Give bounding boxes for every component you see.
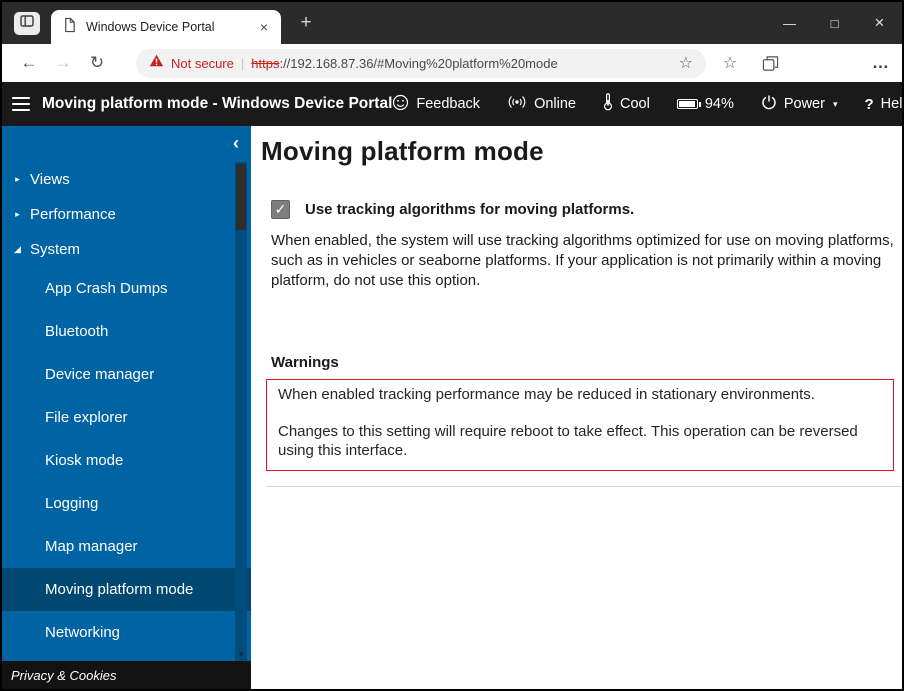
window-controls: — □ × <box>767 2 902 44</box>
forward-button[interactable]: → <box>46 47 80 79</box>
power-caret-icon: ▾ <box>832 98 838 109</box>
sidebar-scrollbar[interactable]: ▾ <box>235 162 247 661</box>
address-bar[interactable]: Not secure | https://192.168.87.36/#Movi… <box>136 48 706 78</box>
help-button[interactable]: ? Help <box>864 95 903 113</box>
url-text: https://192.168.87.36/#Moving%20platform… <box>251 56 557 71</box>
settings-menu-button[interactable]: … <box>872 53 890 73</box>
sidebar-item-logging[interactable]: Logging <box>2 482 251 525</box>
feedback-smiley-icon <box>392 94 409 115</box>
chevron-expanded-icon: ◢ <box>14 244 21 254</box>
tracking-checkbox-label: Use tracking algorithms for moving platf… <box>305 201 635 218</box>
section-label: Views <box>30 171 70 188</box>
thermal-status: Cool <box>603 93 650 115</box>
online-label: Online <box>534 96 576 112</box>
tab-actions-icon <box>20 14 34 32</box>
close-button[interactable]: × <box>857 2 902 44</box>
warning-text: When enabled tracking performance may be… <box>278 386 815 404</box>
sidebar-item-app-crash-dumps[interactable]: App Crash Dumps <box>2 267 251 310</box>
sidebar-collapse-button[interactable]: ‹ <box>228 133 244 154</box>
refresh-button[interactable]: ↻ <box>80 47 114 79</box>
sidebar-item-bluetooth[interactable]: Bluetooth <box>2 310 251 353</box>
help-icon: ? <box>864 95 874 113</box>
tracking-checkbox[interactable]: ✓ <box>271 200 290 219</box>
tab-strip: Windows Device Portal × + — □ × <box>2 2 902 44</box>
feedback-label: Feedback <box>416 96 481 112</box>
url-scheme: https <box>251 55 280 71</box>
left-column: ‹ ▸ Views ▸ Performance ◢ System App Cra… <box>2 126 251 689</box>
power-label: Power <box>783 96 825 112</box>
privacy-cookies-link[interactable]: Privacy & Cookies <box>11 668 116 683</box>
not-secure-label: Not secure <box>171 55 234 71</box>
collections-icon[interactable] <box>754 48 786 78</box>
warnings-heading: Warnings <box>271 354 339 372</box>
battery-icon <box>676 99 701 109</box>
tab-close-button[interactable]: × <box>255 18 273 36</box>
favorites-icon[interactable]: ☆ <box>714 48 746 78</box>
online-status: Online <box>507 94 576 114</box>
section-label: Performance <box>30 206 116 223</box>
omnibox-separator: | <box>240 55 245 71</box>
sidebar-section-system[interactable]: ◢ System <box>2 232 251 267</box>
app-title: Moving platform mode - Windows Device Po… <box>42 95 393 112</box>
sidebar-footer: Privacy & Cookies <box>2 661 251 689</box>
sidebar-item-networking[interactable]: Networking <box>2 611 251 654</box>
not-secure-warning-icon[interactable] <box>149 54 164 72</box>
browser-window: Windows Device Portal × + — □ × ← → ↻ No… <box>0 0 904 691</box>
new-tab-button[interactable]: + <box>293 10 319 36</box>
sidebar-item-moving-platform-mode[interactable]: Moving platform mode <box>2 568 251 611</box>
power-menu-button[interactable]: Power ▾ <box>761 94 838 114</box>
content-divider <box>266 485 902 487</box>
online-signal-icon <box>507 94 527 114</box>
setting-description: When enabled, the system will use tracki… <box>271 232 894 289</box>
tracking-setting-row: ✓ Use tracking algorithms for moving pla… <box>271 200 902 219</box>
add-favorite-icon[interactable]: ☆ <box>679 53 693 73</box>
sidebar-item-kiosk-mode[interactable]: Kiosk mode <box>2 439 251 482</box>
sidebar-item-map-manager[interactable]: Map manager <box>2 525 251 568</box>
battery-status: 94% <box>676 96 734 112</box>
battery-label: 94% <box>704 96 734 112</box>
power-icon <box>761 94 777 114</box>
feedback-button[interactable]: Feedback <box>392 94 480 115</box>
scrollbar-down-arrow-icon[interactable]: ▾ <box>235 647 247 661</box>
section-label: System <box>30 241 81 258</box>
url-rest: ://192.168.87.36/#Moving%20platform%20mo… <box>279 55 558 71</box>
maximize-button[interactable]: □ <box>812 2 857 44</box>
thermal-label: Cool <box>619 96 650 112</box>
page-favicon-icon <box>62 17 77 38</box>
menu-button[interactable] <box>12 87 30 121</box>
sidebar-nav: ▸ Views ▸ Performance ◢ System App Crash… <box>2 126 251 654</box>
help-label: Help <box>880 96 903 112</box>
sidebar: ‹ ▸ Views ▸ Performance ◢ System App Cra… <box>2 126 251 661</box>
page-body: ‹ ▸ Views ▸ Performance ◢ System App Cra… <box>2 126 902 689</box>
header-toolbar: Feedback Online Cool 94% Power ▾ ? Hel <box>392 93 903 115</box>
minimize-button[interactable]: — <box>767 2 812 44</box>
sidebar-section-performance[interactable]: ▸ Performance <box>2 197 251 232</box>
page-title: Moving platform mode <box>261 136 544 166</box>
chevron-right-icon: ▸ <box>15 174 20 184</box>
app-header: Moving platform mode - Windows Device Po… <box>2 82 902 126</box>
chevron-right-icon: ▸ <box>15 209 20 219</box>
tab-actions-button[interactable] <box>14 11 40 35</box>
tab-title: Windows Device Portal <box>86 20 215 34</box>
warnings-box: When enabled tracking performance may be… <box>266 379 894 471</box>
address-bar-row: ← → ↻ Not secure | https://192.168.87.36… <box>2 44 902 82</box>
back-button[interactable]: ← <box>12 47 46 79</box>
scrollbar-thumb[interactable] <box>236 164 246 230</box>
thermometer-icon <box>603 93 613 115</box>
main-content: Moving platform mode ✓ Use tracking algo… <box>251 126 902 689</box>
sidebar-item-device-manager[interactable]: Device manager <box>2 353 251 396</box>
sidebar-item-file-explorer[interactable]: File explorer <box>2 396 251 439</box>
sidebar-section-views[interactable]: ▸ Views <box>2 162 251 197</box>
browser-tab[interactable]: Windows Device Portal × <box>51 10 281 44</box>
warning-text: Changes to this setting will require reb… <box>278 422 858 460</box>
